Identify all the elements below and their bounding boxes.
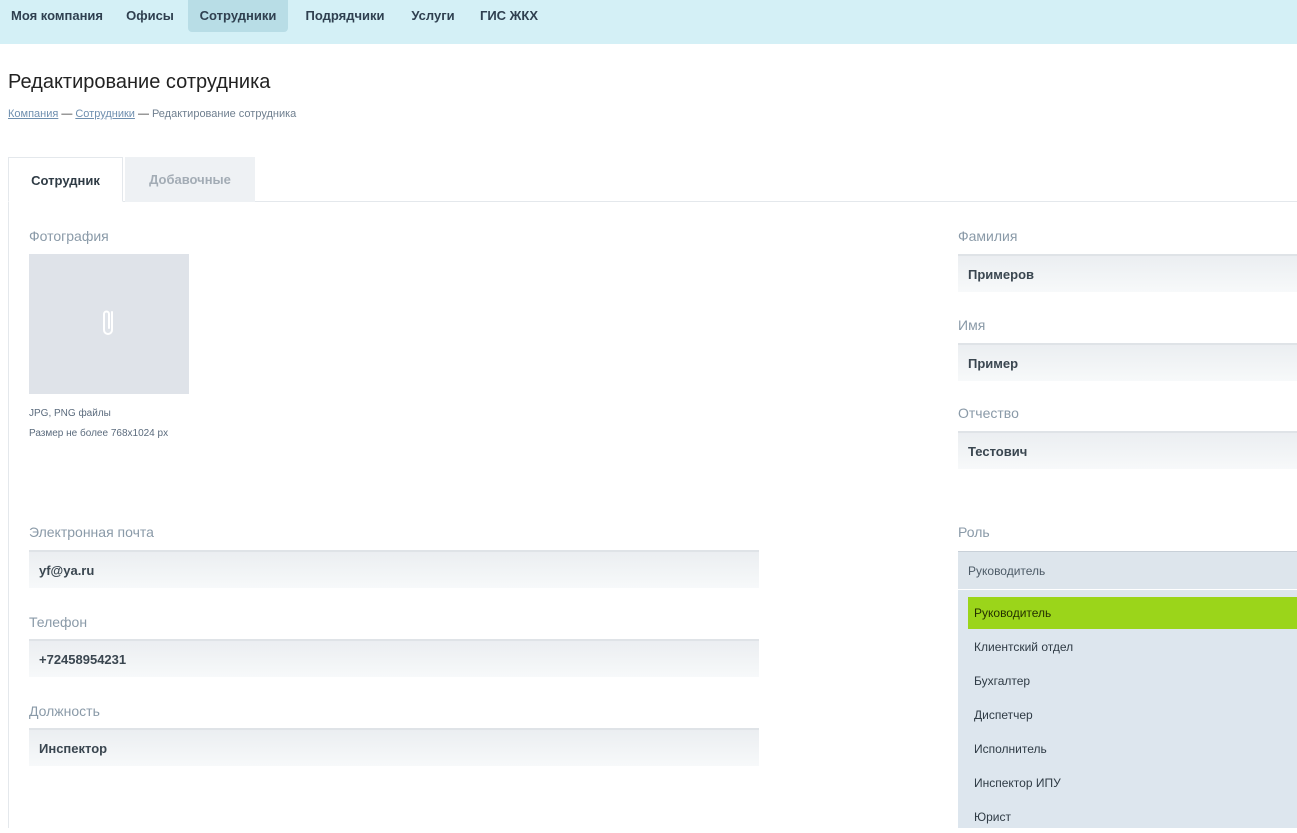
position-field[interactable]: Инспектор	[29, 728, 759, 766]
last-name-field[interactable]: Примеров	[958, 254, 1297, 292]
last-name-label: Фамилия	[958, 228, 1018, 244]
position-label: Должность	[29, 703, 100, 719]
patronymic-label: Отчество	[958, 405, 1019, 421]
breadcrumb-link-company[interactable]: Компания	[8, 108, 58, 120]
role-option-executor[interactable]: Исполнитель	[968, 733, 1297, 765]
role-option-client-department[interactable]: Клиентский отдел	[968, 631, 1297, 663]
breadcrumb: Компания — Сотрудники — Редактирование сотру…	[8, 108, 296, 120]
photo-label: Фотография	[29, 228, 109, 244]
role-select[interactable]: Руководитель	[958, 551, 1297, 589]
role-option-accountant[interactable]: Бухгалтер	[968, 665, 1297, 697]
content-border	[8, 201, 9, 828]
nav-item-gis-zhkh[interactable]: ГИС ЖКХ	[472, 0, 546, 32]
nav-item-employees[interactable]: Сотрудники	[188, 0, 288, 32]
tab-employee[interactable]: Сотрудник	[8, 157, 123, 202]
nav-item-contractors[interactable]: Подрядчики	[296, 0, 394, 32]
role-option-dispatcher[interactable]: Диспетчер	[968, 699, 1297, 731]
email-field[interactable]: yf@ya.ru	[29, 550, 759, 588]
breadcrumb-link-employees[interactable]: Сотрудники	[75, 108, 135, 120]
photo-hint-formats: JPG, PNG файлы	[29, 408, 111, 419]
page-title: Редактирование сотрудника	[8, 71, 271, 93]
photo-hint-size: Размер не более 768x1024 px	[29, 428, 169, 439]
email-label: Электронная почта	[29, 524, 154, 540]
top-navigation: Моя компания Офисы Сотрудники Подрядчики…	[0, 0, 1297, 44]
paperclip-icon	[103, 310, 113, 335]
phone-field[interactable]: +72458954231	[29, 639, 759, 677]
patronymic-field[interactable]: Тестович	[958, 431, 1297, 469]
breadcrumb-current: Редактирование сотрудника	[151, 108, 297, 120]
nav-item-my-company[interactable]: Моя компания	[8, 0, 106, 32]
phone-label: Телефон	[29, 614, 88, 630]
role-option-lawyer[interactable]: Юрист	[968, 801, 1297, 833]
role-option-meter-inspector[interactable]: Инспектор ИПУ	[968, 767, 1297, 799]
tab-additional[interactable]: Добавочные	[125, 157, 255, 202]
first-name-field[interactable]: Пример	[958, 343, 1297, 381]
role-label: Роль	[958, 524, 990, 540]
nav-item-offices[interactable]: Офисы	[120, 0, 180, 32]
role-dropdown: Руководитель Клиентский отдел Бухгалтер …	[958, 590, 1297, 828]
photo-upload-area[interactable]	[29, 254, 189, 394]
breadcrumb-separator: —	[137, 108, 149, 120]
first-name-label: Имя	[958, 317, 986, 333]
nav-item-services[interactable]: Услуги	[404, 0, 462, 32]
role-option-manager[interactable]: Руководитель	[968, 597, 1297, 629]
breadcrumb-separator: —	[61, 108, 73, 120]
